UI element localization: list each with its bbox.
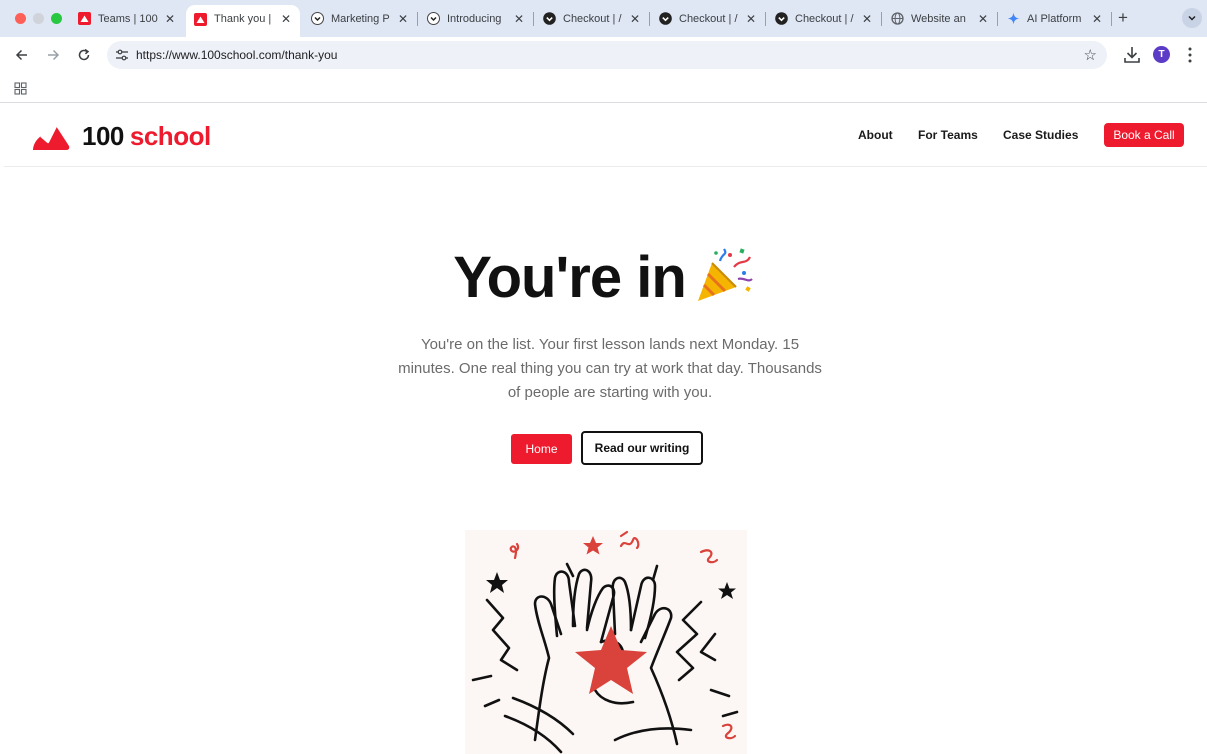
reload-icon [78,48,90,61]
logo-number: 100 [82,120,124,151]
browser-tab[interactable]: Checkout | / ✕ [767,6,881,31]
globe-favicon-icon [891,12,904,25]
browser-tab[interactable]: Checkout | / ✕ [535,6,649,31]
site-logo-link[interactable]: 100 school [31,118,211,154]
checkout-favicon-icon [543,12,556,25]
tab-title: Checkout | / [795,12,854,25]
tab-separator [997,12,998,26]
checkout-favicon-icon [775,12,788,25]
browser-tab[interactable]: Introducing ✕ [419,6,533,31]
window-minimize-button[interactable] [33,13,44,24]
back-button[interactable] [12,45,32,65]
tab-separator [649,12,650,26]
tab-separator [881,12,882,26]
new-tab-button[interactable]: + [1118,9,1128,26]
read-our-writing-button[interactable]: Read our writing [581,431,703,465]
tab-close-icon[interactable]: ✕ [278,12,294,26]
bookmarks-bar [0,73,1207,103]
nav-for-teams-link[interactable]: For Teams [918,128,978,142]
tab-close-icon[interactable]: ✕ [511,12,527,26]
checkout-favicon-icon [659,12,672,25]
tab-separator [765,12,766,26]
tab-close-icon[interactable]: ✕ [395,12,411,26]
nav-about-link[interactable]: About [858,128,893,142]
profile-avatar[interactable]: T [1153,46,1170,63]
tab-close-icon[interactable]: ✕ [743,12,759,26]
high-five-hands-icon [471,530,739,754]
100school-favicon-icon [194,12,207,26]
tab-title: Introducing [447,12,502,25]
site-settings-icon[interactable] [115,48,129,62]
tab-close-icon[interactable]: ✕ [859,12,875,26]
browser-tab[interactable]: AI Platform ✕ [999,6,1111,31]
100school-favicon-icon [78,12,91,25]
forward-button[interactable] [43,45,63,65]
browser-toolbar: https://www.100school.com/thank-you ☆ T [0,37,1207,73]
tab-title: Marketing P [331,12,390,25]
browser-tab[interactable]: Website an ✕ [883,6,997,31]
tab-title: Teams | 100 [98,12,158,25]
browser-tab-strip: Teams | 100 ✕ Thank you | ✕ Marketing P … [0,0,1207,37]
browser-tab[interactable]: Checkout | / ✕ [651,6,765,31]
tab-separator [417,12,418,26]
home-button[interactable]: Home [511,434,572,464]
tab-search-button[interactable] [1182,8,1202,28]
reload-button[interactable] [74,45,94,65]
logo-word: school [129,120,211,151]
more-options-icon[interactable] [1184,45,1196,65]
arrow-right-icon [48,49,60,61]
chevron-down-icon [1188,15,1196,21]
window-zoom-button[interactable] [51,13,62,24]
tab-title: Website an [911,12,966,25]
address-bar[interactable]: https://www.100school.com/thank-you ☆ [107,41,1107,69]
hero-description: You're on the list. Your first lesson la… [398,336,822,401]
apps-grid-icon[interactable] [14,82,27,95]
chevron-circle-favicon-icon [311,12,324,25]
hero-heading: You're in [0,244,1207,311]
tab-title: Checkout | / [563,12,622,25]
tab-close-icon[interactable]: ✕ [1089,12,1105,26]
tab-title: Thank you | [214,13,272,25]
tab-title: AI Platform [1027,12,1082,25]
browser-tab[interactable]: Teams | 100 ✕ [70,6,184,31]
hero-title-text: You're in [453,245,687,310]
site-header: 100 school About For Teams Case Studies … [4,104,1207,167]
download-icon[interactable] [1123,45,1141,65]
book-a-call-button[interactable]: Book a Call [1104,123,1184,147]
high-five-illustration [465,530,747,754]
browser-tab[interactable]: Marketing P ✕ [303,6,417,31]
chevron-circle-favicon-icon [427,12,440,25]
bookmark-star-icon[interactable]: ☆ [1084,46,1097,64]
nav-case-studies-link[interactable]: Case Studies [1003,128,1078,142]
tab-close-icon[interactable]: ✕ [627,12,643,26]
tab-close-icon[interactable]: ✕ [162,12,178,26]
party-popper-icon [697,248,753,301]
window-close-button[interactable] [15,13,26,24]
mountain-logo-icon [33,125,70,150]
tab-separator [1111,12,1112,26]
tab-title: Checkout | / [679,12,738,25]
browser-tab-active[interactable]: Thank you | ✕ [186,5,300,37]
tab-separator [533,12,534,26]
url-text: https://www.100school.com/thank-you [136,48,338,62]
tab-close-icon[interactable]: ✕ [975,12,991,26]
arrow-left-icon [15,49,27,61]
sparkle-favicon-icon [1007,12,1020,25]
